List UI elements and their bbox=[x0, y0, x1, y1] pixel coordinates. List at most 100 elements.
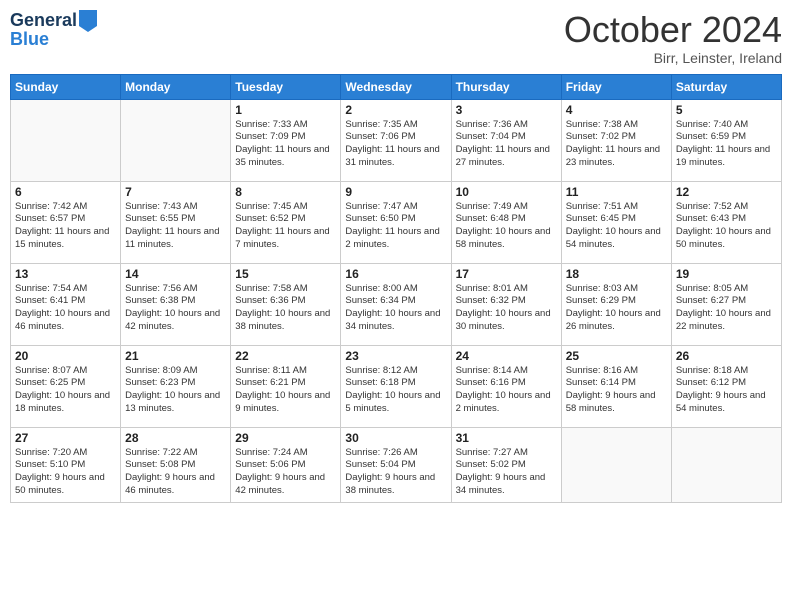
title-section: October 2024 Birr, Leinster, Ireland bbox=[564, 10, 782, 66]
day-info: Sunrise: 7:45 AM Sunset: 6:52 PM Dayligh… bbox=[235, 201, 336, 252]
day-info: Sunrise: 8:16 AM Sunset: 6:14 PM Dayligh… bbox=[566, 365, 667, 416]
header-saturday: Saturday bbox=[671, 74, 781, 99]
day-info: Sunrise: 7:33 AM Sunset: 7:09 PM Dayligh… bbox=[235, 119, 336, 170]
table-row: 31 Sunrise: 7:27 AM Sunset: 5:02 PM Dayli… bbox=[451, 427, 561, 502]
day-info: Sunrise: 8:09 AM Sunset: 6:23 PM Dayligh… bbox=[125, 365, 226, 416]
day-number: 6 bbox=[15, 185, 116, 199]
day-info: Sunrise: 7:43 AM Sunset: 6:55 PM Dayligh… bbox=[125, 201, 226, 252]
day-info: Sunrise: 7:51 AM Sunset: 6:45 PM Dayligh… bbox=[566, 201, 667, 252]
day-number: 2 bbox=[345, 103, 446, 117]
table-row: 2 Sunrise: 7:35 AM Sunset: 7:06 PM Daylig… bbox=[341, 99, 451, 181]
header-friday: Friday bbox=[561, 74, 671, 99]
day-number: 14 bbox=[125, 267, 226, 281]
table-row: 4 Sunrise: 7:38 AM Sunset: 7:02 PM Daylig… bbox=[561, 99, 671, 181]
day-number: 11 bbox=[566, 185, 667, 199]
table-row: 13 Sunrise: 7:54 AM Sunset: 6:41 PM Dayli… bbox=[11, 263, 121, 345]
table-row: 18Sunrise: 8:03 AM Sunset: 6:29 PM Dayli… bbox=[561, 263, 671, 345]
day-info: Sunrise: 8:18 AM Sunset: 6:12 PM Dayligh… bbox=[676, 365, 777, 416]
day-info: Sunrise: 7:35 AM Sunset: 7:06 PM Dayligh… bbox=[345, 119, 446, 170]
day-number: 16 bbox=[345, 267, 446, 281]
table-row: 16 Sunrise: 8:00 AM Sunset: 6:34 PM Dayli… bbox=[341, 263, 451, 345]
day-info: Sunrise: 7:38 AM Sunset: 7:02 PM Dayligh… bbox=[566, 119, 667, 170]
table-row: 8 Sunrise: 7:45 AM Sunset: 6:52 PM Daylig… bbox=[231, 181, 341, 263]
day-number: 8 bbox=[235, 185, 336, 199]
day-info: Sunrise: 7:20 AM Sunset: 5:10 PM Dayligh… bbox=[15, 447, 116, 498]
day-info: Sunrise: 7:47 AM Sunset: 6:50 PM Dayligh… bbox=[345, 201, 446, 252]
table-row: 3 Sunrise: 7:36 AM Sunset: 7:04 PM Daylig… bbox=[451, 99, 561, 181]
day-info: Sunrise: 8:12 AM Sunset: 6:18 PM Dayligh… bbox=[345, 365, 446, 416]
day-number: 21 bbox=[125, 349, 226, 363]
table-row bbox=[11, 99, 121, 181]
table-row: 22Sunrise: 8:11 AM Sunset: 6:21 PM Dayli… bbox=[231, 345, 341, 427]
table-row: 9Sunrise: 7:47 AM Sunset: 6:50 PM Daylig… bbox=[341, 181, 451, 263]
day-info: Sunrise: 7:54 AM Sunset: 6:41 PM Dayligh… bbox=[15, 283, 116, 334]
table-row bbox=[671, 427, 781, 502]
day-info: Sunrise: 8:05 AM Sunset: 6:27 PM Dayligh… bbox=[676, 283, 777, 334]
day-number: 5 bbox=[676, 103, 777, 117]
day-info: Sunrise: 7:52 AM Sunset: 6:43 PM Dayligh… bbox=[676, 201, 777, 252]
day-number: 23 bbox=[345, 349, 446, 363]
table-row: 21 Sunrise: 8:09 AM Sunset: 6:23 PM Dayli… bbox=[121, 345, 231, 427]
day-number: 10 bbox=[456, 185, 557, 199]
day-info: Sunrise: 7:58 AM Sunset: 6:36 PM Dayligh… bbox=[235, 283, 336, 334]
table-row: 11 Sunrise: 7:51 AM Sunset: 6:45 PM Dayli… bbox=[561, 181, 671, 263]
day-number: 4 bbox=[566, 103, 667, 117]
table-row: 25 Sunrise: 8:16 AM Sunset: 6:14 PM Dayli… bbox=[561, 345, 671, 427]
day-number: 3 bbox=[456, 103, 557, 117]
logo-icon bbox=[79, 10, 97, 32]
day-number: 19 bbox=[676, 267, 777, 281]
table-row: 1Sunrise: 7:33 AM Sunset: 7:09 PM Daylig… bbox=[231, 99, 341, 181]
day-number: 12 bbox=[676, 185, 777, 199]
day-info: Sunrise: 7:24 AM Sunset: 5:06 PM Dayligh… bbox=[235, 447, 336, 498]
table-row: 17 Sunrise: 8:01 AM Sunset: 6:32 PM Dayli… bbox=[451, 263, 561, 345]
logo-text-blue: Blue bbox=[10, 30, 49, 50]
day-number: 15 bbox=[235, 267, 336, 281]
month-title: October 2024 bbox=[564, 10, 782, 50]
day-number: 30 bbox=[345, 431, 446, 445]
day-number: 25 bbox=[566, 349, 667, 363]
table-row: 14 Sunrise: 7:56 AM Sunset: 6:38 PM Dayli… bbox=[121, 263, 231, 345]
day-info: Sunrise: 7:26 AM Sunset: 5:04 PM Dayligh… bbox=[345, 447, 446, 498]
day-number: 7 bbox=[125, 185, 226, 199]
location: Birr, Leinster, Ireland bbox=[564, 50, 782, 66]
table-row: 6 Sunrise: 7:42 AM Sunset: 6:57 PM Daylig… bbox=[11, 181, 121, 263]
table-row: 28Sunrise: 7:22 AM Sunset: 5:08 PM Dayli… bbox=[121, 427, 231, 502]
day-number: 17 bbox=[456, 267, 557, 281]
day-info: Sunrise: 7:56 AM Sunset: 6:38 PM Dayligh… bbox=[125, 283, 226, 334]
day-info: Sunrise: 7:22 AM Sunset: 5:08 PM Dayligh… bbox=[125, 447, 226, 498]
day-info: Sunrise: 7:36 AM Sunset: 7:04 PM Dayligh… bbox=[456, 119, 557, 170]
day-number: 29 bbox=[235, 431, 336, 445]
table-row: 23 Sunrise: 8:12 AM Sunset: 6:18 PM Dayli… bbox=[341, 345, 451, 427]
table-row: 26Sunrise: 8:18 AM Sunset: 6:12 PM Dayli… bbox=[671, 345, 781, 427]
day-number: 31 bbox=[456, 431, 557, 445]
table-row: 20 Sunrise: 8:07 AM Sunset: 6:25 PM Dayli… bbox=[11, 345, 121, 427]
day-number: 20 bbox=[15, 349, 116, 363]
table-row: 7 Sunrise: 7:43 AM Sunset: 6:55 PM Daylig… bbox=[121, 181, 231, 263]
table-row: 5 Sunrise: 7:40 AM Sunset: 6:59 PM Daylig… bbox=[671, 99, 781, 181]
header-thursday: Thursday bbox=[451, 74, 561, 99]
day-number: 13 bbox=[15, 267, 116, 281]
day-info: Sunrise: 8:07 AM Sunset: 6:25 PM Dayligh… bbox=[15, 365, 116, 416]
day-info: Sunrise: 8:14 AM Sunset: 6:16 PM Dayligh… bbox=[456, 365, 557, 416]
table-row bbox=[121, 99, 231, 181]
logo: General Blue bbox=[10, 10, 99, 50]
day-info: Sunrise: 7:40 AM Sunset: 6:59 PM Dayligh… bbox=[676, 119, 777, 170]
table-row: 19 Sunrise: 8:05 AM Sunset: 6:27 PM Dayli… bbox=[671, 263, 781, 345]
day-info: Sunrise: 8:00 AM Sunset: 6:34 PM Dayligh… bbox=[345, 283, 446, 334]
day-number: 24 bbox=[456, 349, 557, 363]
calendar-table: Sunday Monday Tuesday Wednesday Thursday… bbox=[10, 74, 782, 503]
header-monday: Monday bbox=[121, 74, 231, 99]
table-row: 24 Sunrise: 8:14 AM Sunset: 6:16 PM Dayli… bbox=[451, 345, 561, 427]
header-wednesday: Wednesday bbox=[341, 74, 451, 99]
table-row: 30 Sunrise: 7:26 AM Sunset: 5:04 PM Dayli… bbox=[341, 427, 451, 502]
table-row: 27Sunrise: 7:20 AM Sunset: 5:10 PM Dayli… bbox=[11, 427, 121, 502]
day-info: Sunrise: 7:42 AM Sunset: 6:57 PM Dayligh… bbox=[15, 201, 116, 252]
day-info: Sunrise: 7:27 AM Sunset: 5:02 PM Dayligh… bbox=[456, 447, 557, 498]
calendar-header-row: Sunday Monday Tuesday Wednesday Thursday… bbox=[11, 74, 782, 99]
header-sunday: Sunday bbox=[11, 74, 121, 99]
day-info: Sunrise: 8:01 AM Sunset: 6:32 PM Dayligh… bbox=[456, 283, 557, 334]
logo-text-general: General bbox=[10, 11, 77, 31]
table-row bbox=[561, 427, 671, 502]
day-number: 22 bbox=[235, 349, 336, 363]
table-row: 15 Sunrise: 7:58 AM Sunset: 6:36 PM Dayli… bbox=[231, 263, 341, 345]
